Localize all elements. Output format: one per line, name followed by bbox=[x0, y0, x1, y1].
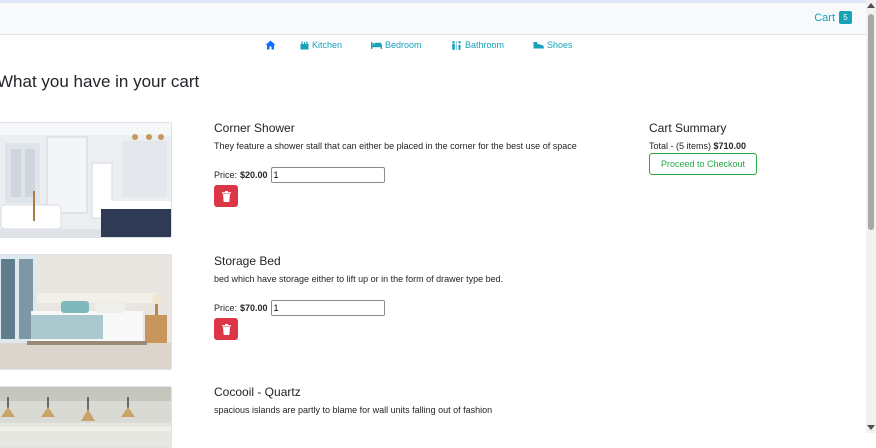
total-value: $710.00 bbox=[713, 141, 747, 151]
item-description: bed which have storage either to lift up… bbox=[214, 274, 504, 284]
quantity-input[interactable] bbox=[270, 167, 385, 183]
nav-label-bathroom: Bathroom bbox=[465, 40, 505, 50]
total-label: Total - (5 items) bbox=[649, 141, 712, 151]
product-image-corner-shower bbox=[0, 122, 172, 238]
nav-home[interactable] bbox=[265, 40, 276, 50]
nav-label-kitchen: Kitchen bbox=[312, 40, 343, 50]
cart-label: Cart bbox=[814, 11, 835, 24]
page-title: What you have in your cart bbox=[0, 72, 200, 91]
nav-shoes[interactable]: Shoes bbox=[533, 40, 573, 50]
price-row: Price: $70.00 bbox=[214, 300, 385, 316]
nav-bathroom[interactable]: Bathroom bbox=[451, 40, 504, 50]
nav-kitchen[interactable]: Kitchen bbox=[300, 40, 342, 50]
price-label: Price: bbox=[214, 170, 238, 180]
trash-icon bbox=[221, 190, 231, 202]
proceed-to-checkout-button[interactable]: Proceed to Checkout bbox=[649, 153, 757, 175]
trash-icon bbox=[221, 323, 231, 335]
scroll-down-arrow-icon[interactable] bbox=[867, 425, 875, 430]
delete-item-button[interactable] bbox=[214, 318, 238, 340]
price-label: Price: bbox=[214, 303, 238, 313]
cart-link[interactable]: Cart 5 bbox=[814, 11, 852, 24]
kitchen-icon bbox=[300, 41, 309, 49]
item-description: spacious islands are partly to blame for… bbox=[214, 405, 493, 415]
item-description: They feature a shower stall that can eit… bbox=[214, 141, 577, 151]
cart-count-badge: 5 bbox=[839, 11, 852, 24]
shoe-icon bbox=[533, 42, 544, 49]
top-navbar: Cart 5 bbox=[0, 3, 866, 35]
cart-total: Total - (5 items) $710.00 bbox=[649, 141, 746, 151]
item-name: Corner Shower bbox=[214, 121, 295, 135]
delete-item-button[interactable] bbox=[214, 185, 238, 207]
nav-bedroom[interactable]: Bedroom bbox=[371, 40, 422, 50]
nav-label-bedroom: Bedroom bbox=[385, 40, 422, 50]
item-price: $20.00 bbox=[240, 170, 268, 180]
cart-summary-title: Cart Summary bbox=[649, 121, 727, 135]
item-name: Storage Bed bbox=[214, 254, 281, 268]
product-image-cocooil-quartz bbox=[0, 386, 172, 448]
product-image-storage-bed bbox=[0, 254, 172, 370]
bed-icon bbox=[371, 42, 382, 49]
item-price: $70.00 bbox=[240, 303, 268, 313]
category-nav: Kitchen Bedroom Bathroom Shoes bbox=[0, 40, 866, 58]
price-row: Price: $20.00 bbox=[214, 167, 385, 183]
item-name: Cocooil - Quartz bbox=[214, 385, 301, 399]
home-icon bbox=[265, 40, 276, 50]
quantity-input[interactable] bbox=[270, 300, 385, 316]
scroll-up-arrow-icon[interactable] bbox=[867, 3, 875, 8]
restroom-icon bbox=[452, 40, 461, 50]
scrollbar-thumb[interactable] bbox=[868, 14, 874, 230]
nav-label-shoes: Shoes bbox=[547, 40, 573, 50]
